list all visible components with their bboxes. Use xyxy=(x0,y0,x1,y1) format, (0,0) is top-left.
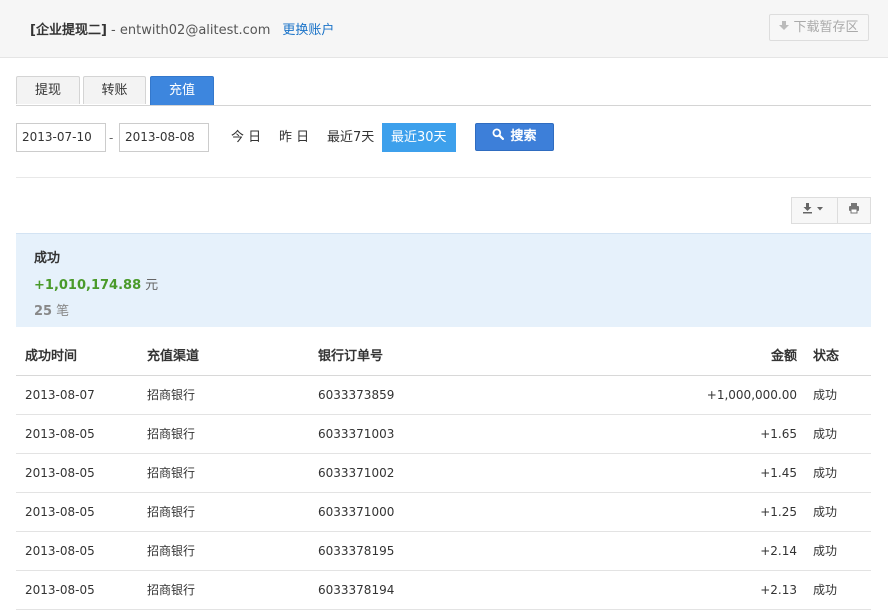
date-separator: - xyxy=(109,131,114,145)
summary-panel: 成功 +1,010,174.88 元 25 笔 xyxy=(16,233,871,327)
range-today[interactable]: 今 日 xyxy=(231,123,261,152)
filter-divider xyxy=(16,177,871,178)
col-header-amount: 金额 xyxy=(770,349,797,364)
summary-title: 成功 xyxy=(34,251,61,266)
col-header-channel: 充值渠道 xyxy=(147,349,200,364)
cell-status: 成功 xyxy=(813,505,838,519)
table-row[interactable]: 2013-08-05 招商银行 6033371003 +1.65 成功 xyxy=(16,415,871,454)
table-row[interactable]: 2013-08-05 招商银行 6033378194 +2.13 成功 xyxy=(16,571,871,610)
cell-status: 成功 xyxy=(813,427,838,441)
cell-status: 成功 xyxy=(813,388,838,402)
cell-status: 成功 xyxy=(813,544,838,558)
cell-status: 成功 xyxy=(813,583,838,597)
end-date-input[interactable]: 2013-08-08 xyxy=(119,123,209,152)
page-header: [企业提现二] - entwith02@alitest.com 更换账户 下载暂存… xyxy=(0,0,888,58)
start-date-input[interactable]: 2013-07-10 xyxy=(16,123,106,152)
cell-order: 6033371000 xyxy=(318,505,395,519)
download-temp-button[interactable]: 下载暂存区 xyxy=(769,14,869,41)
col-header-order: 银行订单号 xyxy=(318,349,384,364)
printer-icon xyxy=(848,203,860,217)
download-dropdown-icon xyxy=(802,203,828,217)
cell-order: 6033373859 xyxy=(318,388,395,402)
cell-time: 2013-08-07 xyxy=(25,388,95,402)
cell-channel: 招商银行 xyxy=(147,505,196,519)
tab-withdraw[interactable]: 提现 xyxy=(16,76,80,104)
summary-amount-value: +1,010,174.88 xyxy=(34,278,142,293)
cell-status: 成功 xyxy=(813,466,838,480)
cell-amount: +1.25 xyxy=(760,505,797,519)
range-30-days[interactable]: 最近30天 xyxy=(382,123,456,152)
cell-channel: 招商银行 xyxy=(147,544,196,558)
download-arrow-icon xyxy=(779,15,790,40)
cell-amount: +2.13 xyxy=(760,583,797,597)
table-tools xyxy=(791,197,871,224)
cell-channel: 招商银行 xyxy=(147,583,196,597)
magnifier-icon xyxy=(492,124,505,150)
account-email: entwith02@alitest.com xyxy=(119,23,271,38)
cell-order: 6033378194 xyxy=(318,583,395,597)
cell-channel: 招商银行 xyxy=(147,388,196,402)
cell-time: 2013-08-05 xyxy=(25,544,95,558)
cell-time: 2013-08-05 xyxy=(25,505,95,519)
cell-order: 6033378195 xyxy=(318,544,395,558)
range-7-days[interactable]: 最近7天 xyxy=(327,123,374,152)
cell-amount: +2.14 xyxy=(760,544,797,558)
download-temp-label: 下载暂存区 xyxy=(793,20,859,35)
col-header-status: 状态 xyxy=(813,349,840,364)
print-button[interactable] xyxy=(837,197,871,224)
tab-recharge[interactable]: 充值 xyxy=(150,76,214,105)
switch-account-link[interactable]: 更换账户 xyxy=(282,23,334,38)
cell-order: 6033371002 xyxy=(318,466,395,480)
cell-time: 2013-08-05 xyxy=(25,466,95,480)
tab-bar: 提现 转账 充值 xyxy=(16,76,871,106)
account-separator: - xyxy=(106,23,120,38)
filter-bar: 2013-07-10 - 2013-08-08 今 日 昨 日 最近7天 最近3… xyxy=(16,123,871,153)
cell-channel: 招商银行 xyxy=(147,427,196,441)
cell-time: 2013-08-05 xyxy=(25,427,95,441)
cell-order: 6033371003 xyxy=(318,427,395,441)
table-header-row: 成功时间 充值渠道 银行订单号 金额 状态 xyxy=(16,338,871,376)
summary-amount-unit: 元 xyxy=(145,278,159,293)
summary-count: 25 笔 xyxy=(34,300,69,319)
cell-amount: +1.45 xyxy=(760,466,797,480)
range-yesterday[interactable]: 昨 日 xyxy=(279,123,309,152)
account-info: [企业提现二] - entwith02@alitest.com 更换账户 xyxy=(30,19,334,38)
search-button[interactable]: 搜索 xyxy=(475,123,554,151)
export-button[interactable] xyxy=(791,197,838,224)
cell-amount: +1,000,000.00 xyxy=(706,388,797,402)
tab-transfer[interactable]: 转账 xyxy=(83,76,146,104)
cell-amount: +1.65 xyxy=(760,427,797,441)
cell-time: 2013-08-05 xyxy=(25,583,95,597)
table-row[interactable]: 2013-08-07 招商银行 6033373859 +1,000,000.00… xyxy=(16,376,871,415)
summary-count-unit: 笔 xyxy=(56,304,70,319)
summary-count-value: 25 xyxy=(34,304,53,319)
table-row[interactable]: 2013-08-05 招商银行 6033371002 +1.45 成功 xyxy=(16,454,871,493)
search-label: 搜索 xyxy=(510,129,537,144)
summary-amount: +1,010,174.88 元 xyxy=(34,274,158,293)
table-row[interactable]: 2013-08-05 招商银行 6033371000 +1.25 成功 xyxy=(16,493,871,532)
cell-channel: 招商银行 xyxy=(147,466,196,480)
account-name: [企业提现二] xyxy=(30,23,107,38)
table-row[interactable]: 2013-08-05 招商银行 6033378195 +2.14 成功 xyxy=(16,532,871,571)
recharge-table: 成功时间 充值渠道 银行订单号 金额 状态 2013-08-07 招商银行 60… xyxy=(16,338,871,610)
col-header-time: 成功时间 xyxy=(25,349,78,364)
